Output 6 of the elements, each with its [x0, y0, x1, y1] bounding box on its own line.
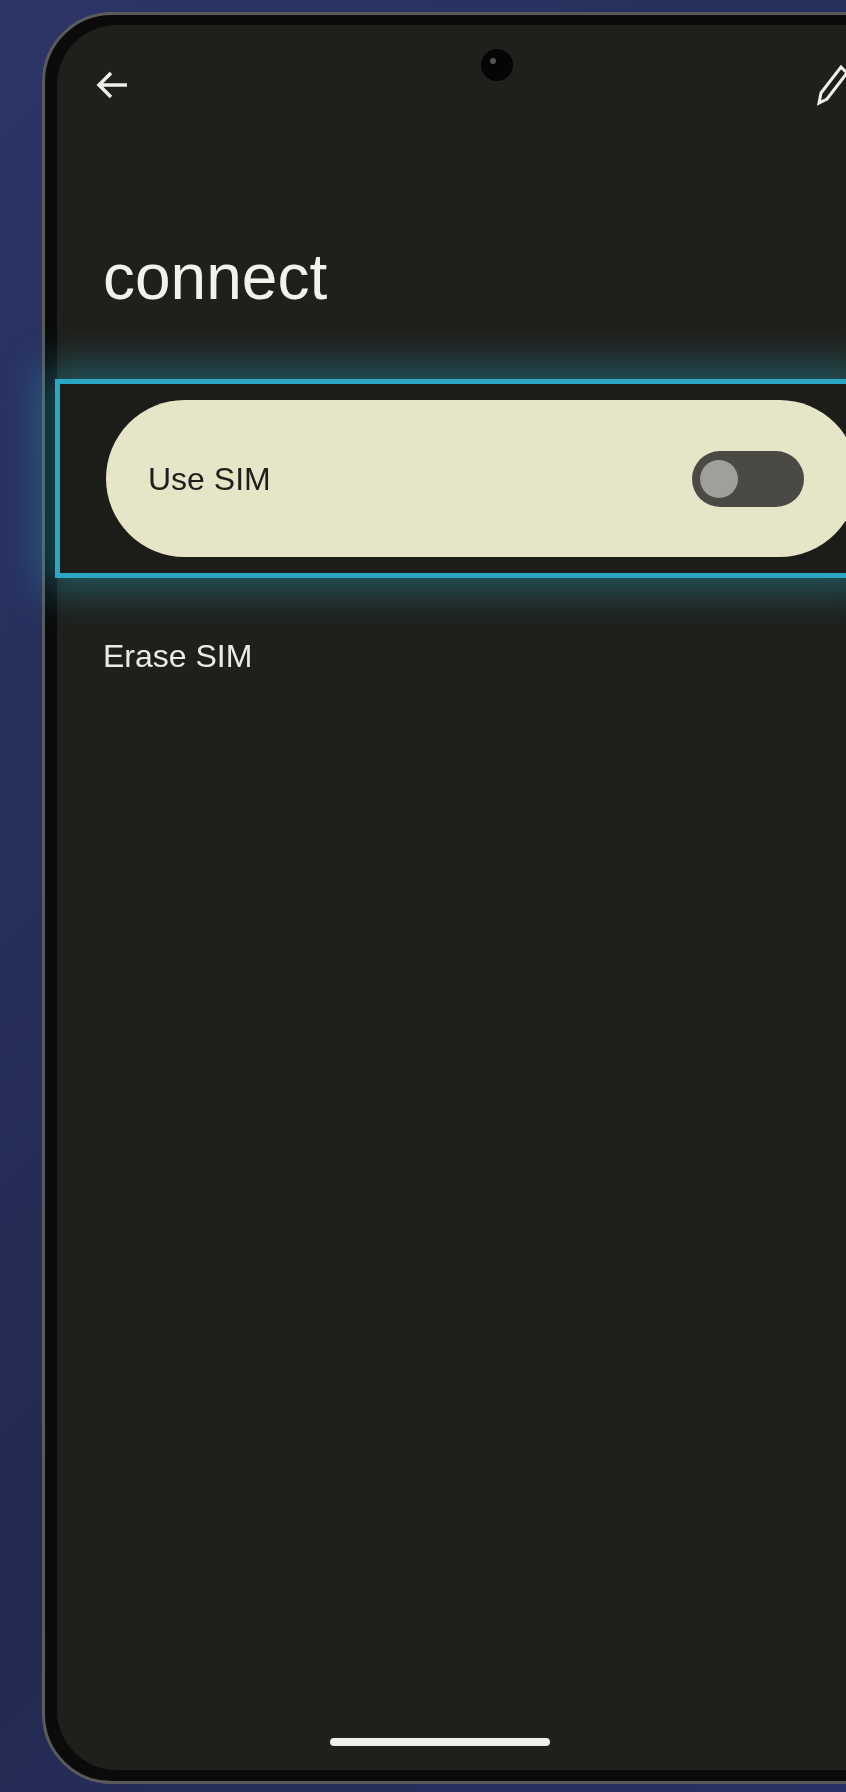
pencil-icon[interactable] — [815, 63, 846, 107]
setting-item[interactable]: Erase SIM — [103, 616, 253, 696]
page-title: connect — [103, 245, 329, 309]
camera-icon — [480, 48, 514, 82]
back-arrow-icon[interactable] — [95, 70, 129, 100]
setting-label: Use SIM — [148, 459, 271, 499]
